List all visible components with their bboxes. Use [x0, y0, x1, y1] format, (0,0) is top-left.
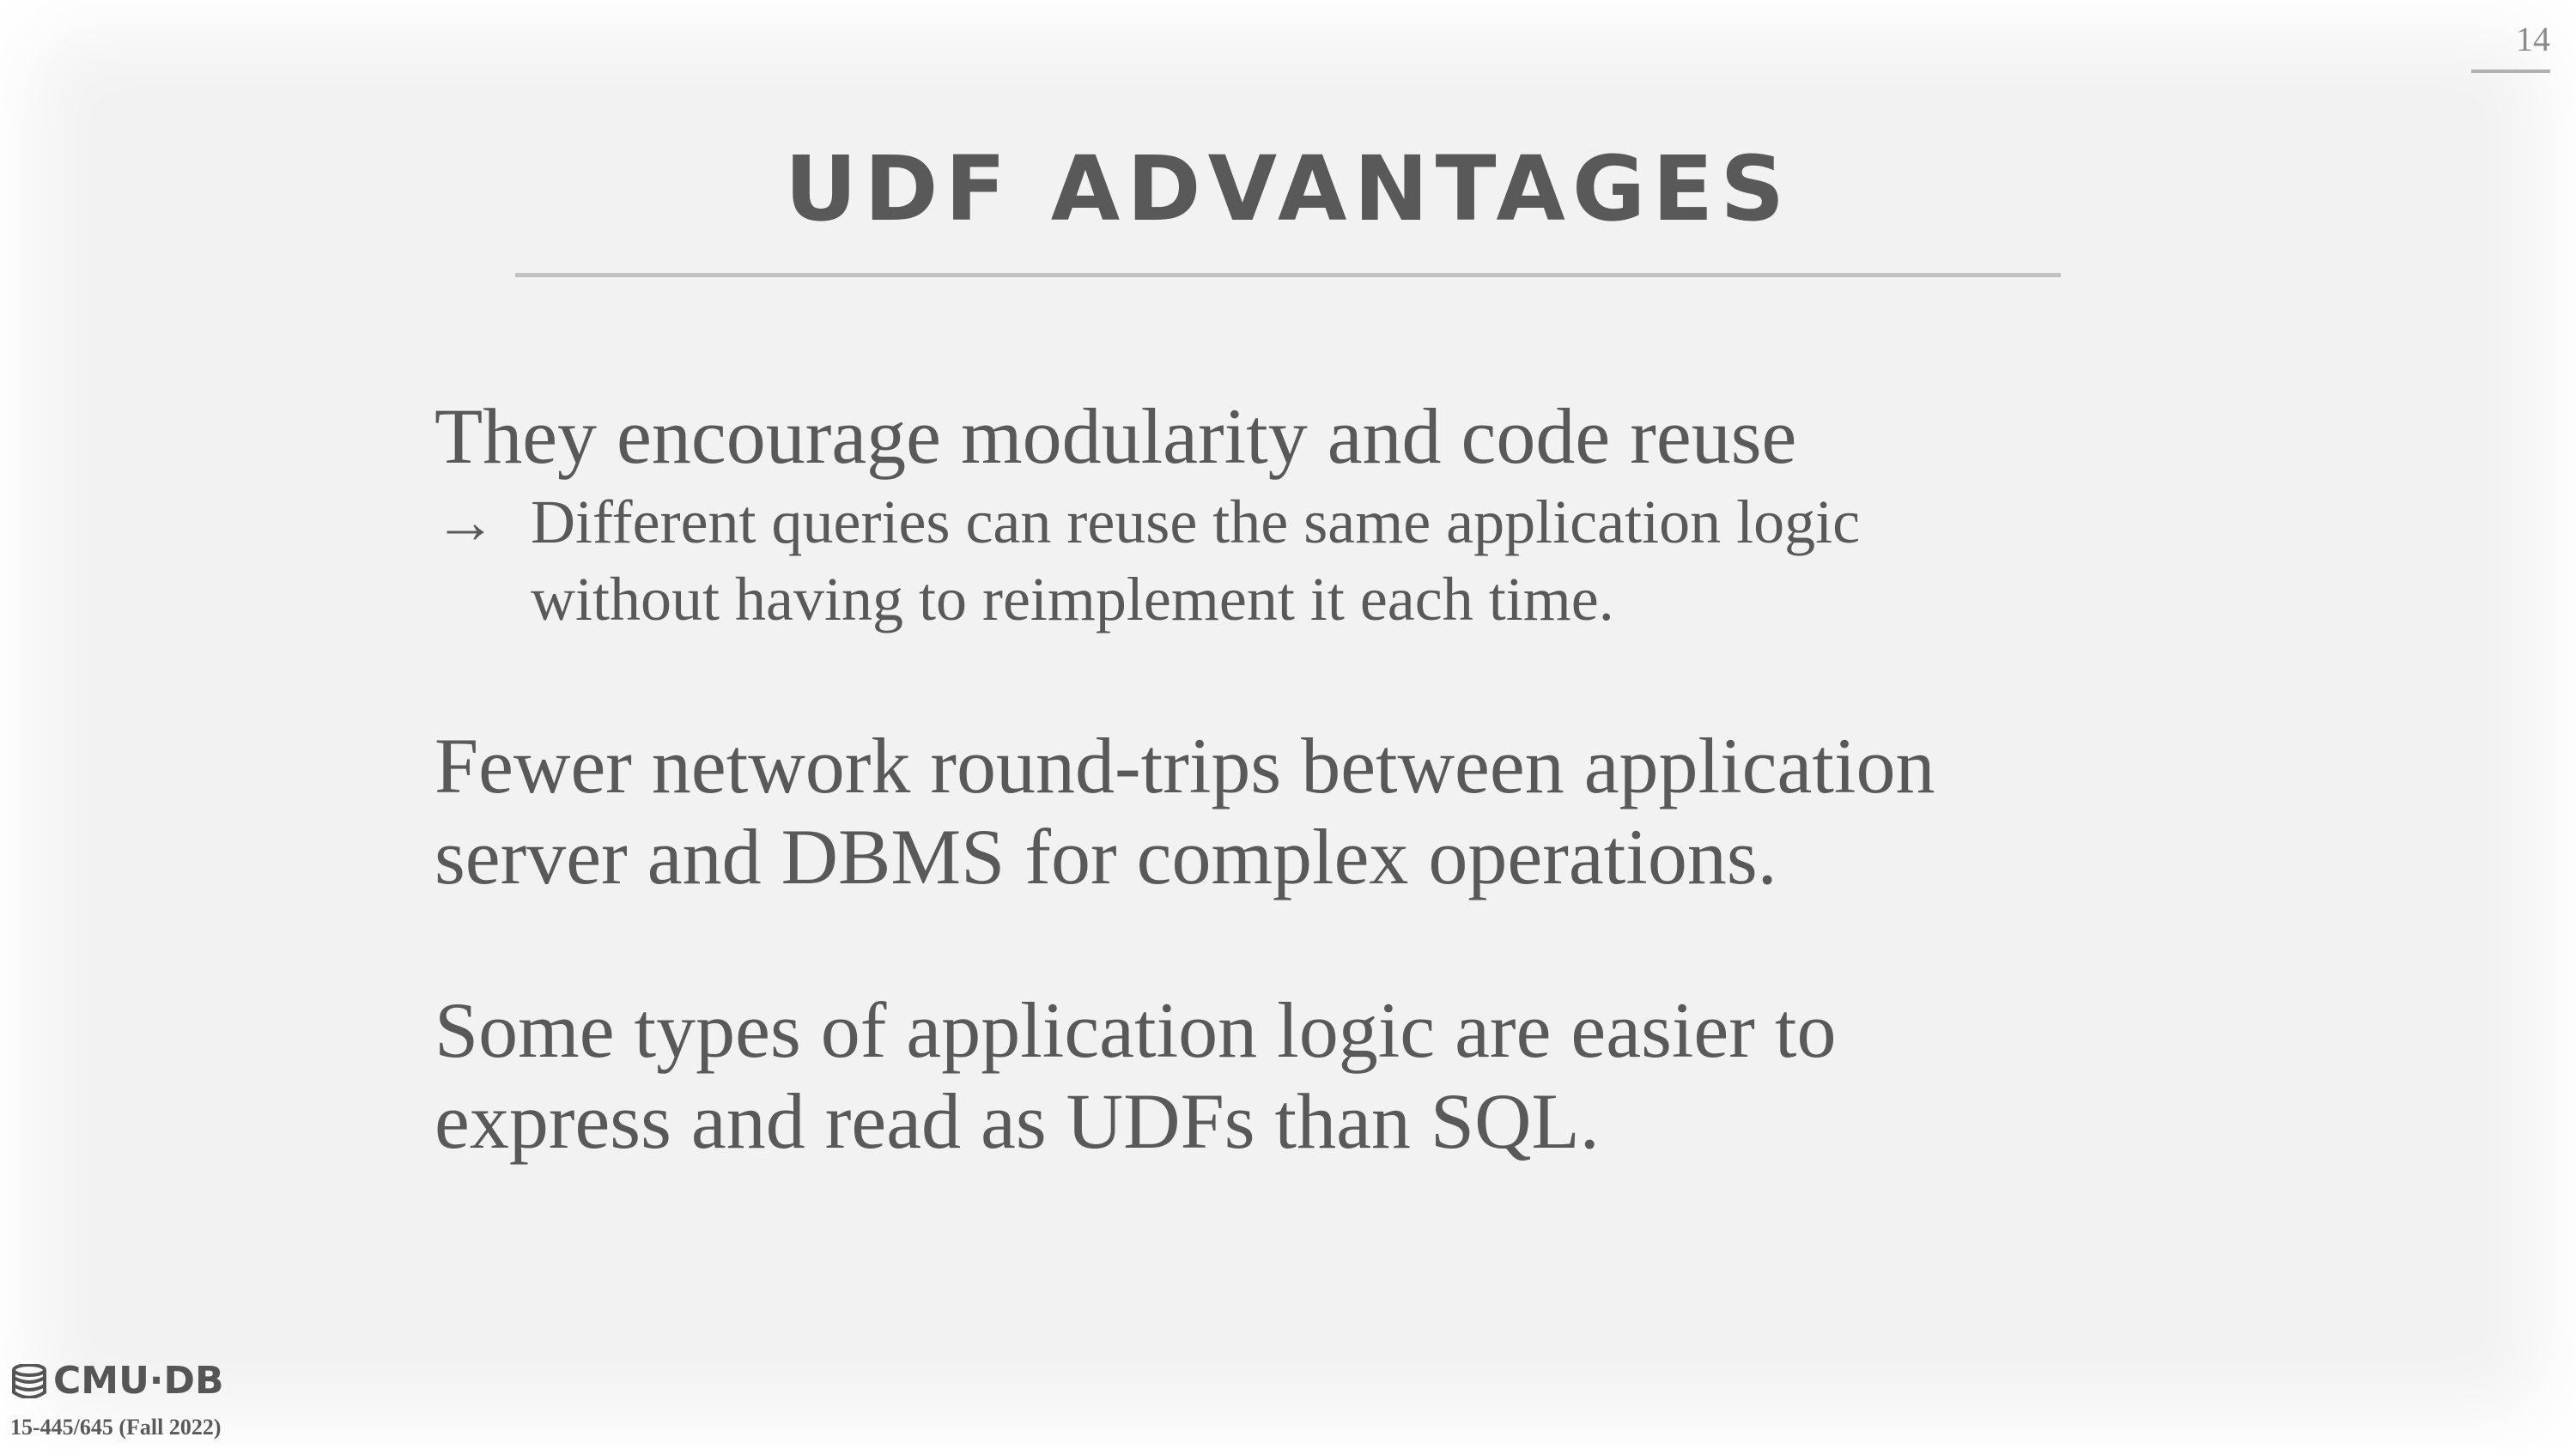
- slide-title: UDF ADVANTAGES: [784, 136, 1792, 241]
- logo-text: CMU·DB: [53, 1359, 224, 1403]
- bullet-item: Fewer network round-trips between applic…: [434, 720, 2152, 902]
- page-number: 14: [2471, 19, 2550, 73]
- bullet-item: They encourage modularity and code reuse…: [434, 391, 2152, 638]
- database-icon: [12, 1363, 46, 1398]
- sub-bullet-line: without having to reimplement it each ti…: [531, 565, 1614, 634]
- course-label: 15-445/645 (Fall 2022): [10, 1415, 222, 1440]
- bullet-text: They encourage modularity and code reuse: [434, 392, 1797, 480]
- title-divider: [515, 273, 2061, 277]
- cmu-db-logo: CMU·DB: [10, 1359, 224, 1403]
- arrow-icon: →: [434, 488, 496, 556]
- slide-content: They encourage modularity and code reuse…: [434, 391, 2152, 1167]
- bullet-line: Fewer network round-trips between applic…: [434, 722, 1935, 809]
- bullet-line: express and read as UDFs than SQL.: [434, 1077, 1600, 1165]
- slide: 14 UDF ADVANTAGES They encourage modular…: [0, 0, 2576, 1449]
- sub-bullet: → Different queries can reuse the same a…: [434, 483, 2152, 638]
- sub-bullet-line: Different queries can reuse the same app…: [531, 488, 1861, 556]
- bullet-line: Some types of application logic are easi…: [434, 986, 1837, 1074]
- bullet-line: server and DBMS for complex operations.: [434, 813, 1777, 900]
- bullet-item: Some types of application logic are easi…: [434, 985, 2152, 1167]
